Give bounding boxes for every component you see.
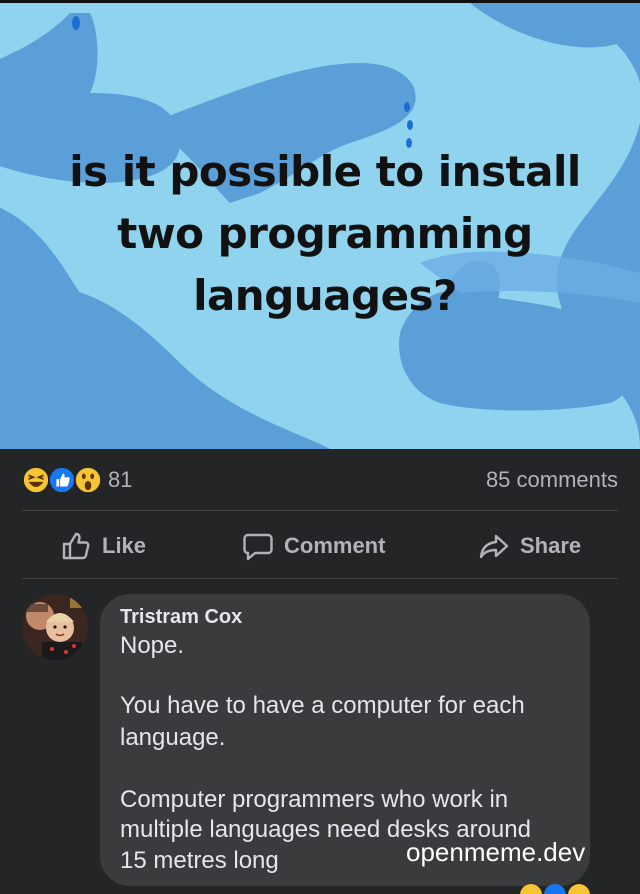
comment-reaction-wow-icon: [568, 884, 590, 894]
avatar-photo: [22, 594, 88, 660]
question-line-3: languages?: [193, 271, 457, 320]
thumbs-up-outline-icon: [62, 532, 90, 560]
comment-button[interactable]: Comment: [242, 526, 385, 566]
question-line-2: two programming: [117, 209, 533, 258]
watermark: openmeme.dev: [406, 837, 586, 867]
commenter-avatar[interactable]: [22, 594, 88, 660]
speech-bubble-icon: [243, 533, 273, 561]
like-thumb-icon: [48, 466, 76, 494]
share-button[interactable]: Share: [478, 526, 581, 566]
like-label: Like: [102, 533, 147, 558]
comment-line: Nope.: [120, 632, 185, 659]
comments-count-link[interactable]: 85 comments: [486, 467, 618, 493]
divider-bottom: [22, 578, 618, 579]
share-arrow-icon: [479, 534, 509, 559]
share-label: Share: [520, 533, 582, 558]
divider-top: [22, 510, 618, 511]
comment-line: You have to have a computer for each: [120, 692, 525, 719]
question-line-1: is it possible to install: [69, 147, 581, 196]
comment-author-name[interactable]: Tristram Cox: [120, 606, 242, 629]
wow-emoji-icon: [74, 466, 102, 494]
like-button[interactable]: Like: [60, 526, 146, 566]
post-image[interactable]: is it possible to install two programmin…: [0, 3, 640, 449]
comment-line: language.: [120, 724, 226, 751]
reaction-icons[interactable]: [22, 466, 106, 496]
post-action-bar: Like Comment Share: [22, 518, 618, 578]
haha-emoji-icon: [22, 466, 50, 494]
reaction-count[interactable]: 81: [108, 467, 132, 493]
reactions-summary: 81 85 comments: [22, 462, 618, 498]
facebook-post: is it possible to install two programmin…: [0, 0, 640, 894]
post-question-text: is it possible to install two programmin…: [0, 141, 640, 327]
comment-line: Computer programmers who work in: [120, 786, 509, 813]
comment-label: Comment: [284, 533, 386, 558]
